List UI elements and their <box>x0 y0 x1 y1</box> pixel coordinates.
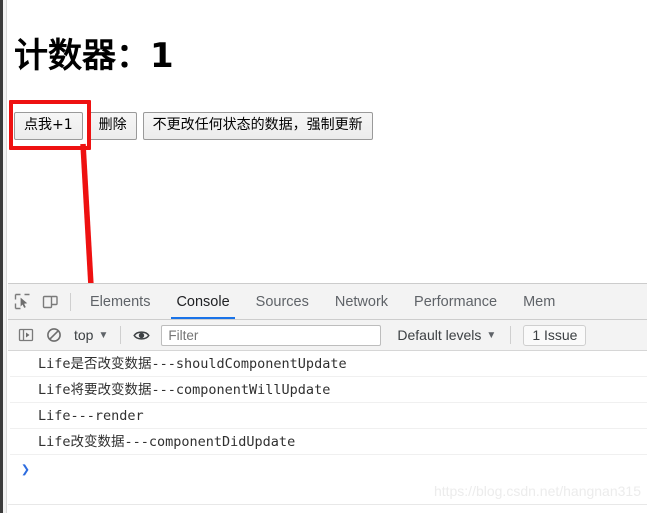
tab-sources[interactable]: Sources <box>243 284 322 319</box>
chevron-down-icon: ▼ <box>98 329 109 341</box>
delete-button[interactable]: 删除 <box>88 112 137 140</box>
increment-button[interactable]: 点我+1 <box>14 112 83 140</box>
console-filter-input[interactable] <box>161 324 382 346</box>
execution-context-label: top <box>74 327 94 343</box>
inspect-element-icon[interactable] <box>8 288 36 316</box>
console-message[interactable]: Life将要改变数据---componentWillUpdate <box>8 377 647 403</box>
button-row: 点我+1 删除 不更改任何状态的数据，强制更新 <box>14 112 373 140</box>
console-toolbar: top ▼ Default levels ▼ 1 Issue <box>8 320 647 351</box>
tab-console[interactable]: Console <box>163 284 242 319</box>
devtools-bottom-strip <box>8 504 647 513</box>
chevron-down-icon-2: ▼ <box>486 329 497 341</box>
console-sidebar-icon[interactable] <box>12 321 40 349</box>
log-levels-select[interactable]: Default levels ▼ <box>389 327 504 343</box>
clear-console-icon[interactable] <box>40 321 68 349</box>
prompt-caret-icon: ❯ <box>21 460 31 478</box>
log-levels-label: Default levels <box>397 327 482 343</box>
toolbar-divider-3 <box>510 326 512 344</box>
watermark: https://blog.csdn.net/hangnan315 <box>433 483 641 499</box>
execution-context-select[interactable]: top ▼ <box>68 327 114 343</box>
live-expression-icon[interactable] <box>127 321 155 349</box>
device-toolbar-icon[interactable] <box>36 288 64 316</box>
screenshot-root: 计数器：1 点我+1 删除 不更改任何状态的数据，强制更新 Elements C… <box>0 0 647 513</box>
console-gutter <box>8 351 10 483</box>
toolbar-divider-2 <box>120 326 122 344</box>
page-title: 计数器：1 <box>14 36 174 76</box>
force-update-button[interactable]: 不更改任何状态的数据，强制更新 <box>142 112 373 140</box>
tab-memory[interactable]: Mem <box>510 284 568 319</box>
console-message[interactable]: Life改变数据---componentDidUpdate <box>8 429 647 455</box>
web-page-viewport: 计数器：1 点我+1 删除 不更改任何状态的数据，强制更新 <box>8 0 647 283</box>
window-left-gutter <box>3 0 7 513</box>
issues-badge[interactable]: 1 Issue <box>523 324 587 346</box>
console-prompt[interactable]: ❯ <box>8 455 647 483</box>
console-message-list: Life是否改变数据---shouldComponentUpdate Life将… <box>8 351 647 483</box>
console-message[interactable]: Life是否改变数据---shouldComponentUpdate <box>8 351 647 377</box>
tab-elements[interactable]: Elements <box>77 284 163 319</box>
devtools-panel: Elements Console Sources Network Perform… <box>8 283 647 513</box>
toolbar-divider <box>70 292 71 311</box>
devtools-tabbar: Elements Console Sources Network Perform… <box>8 284 647 320</box>
tab-network[interactable]: Network <box>322 284 401 319</box>
tab-performance[interactable]: Performance <box>401 284 510 319</box>
console-message[interactable]: Life---render <box>8 403 647 429</box>
